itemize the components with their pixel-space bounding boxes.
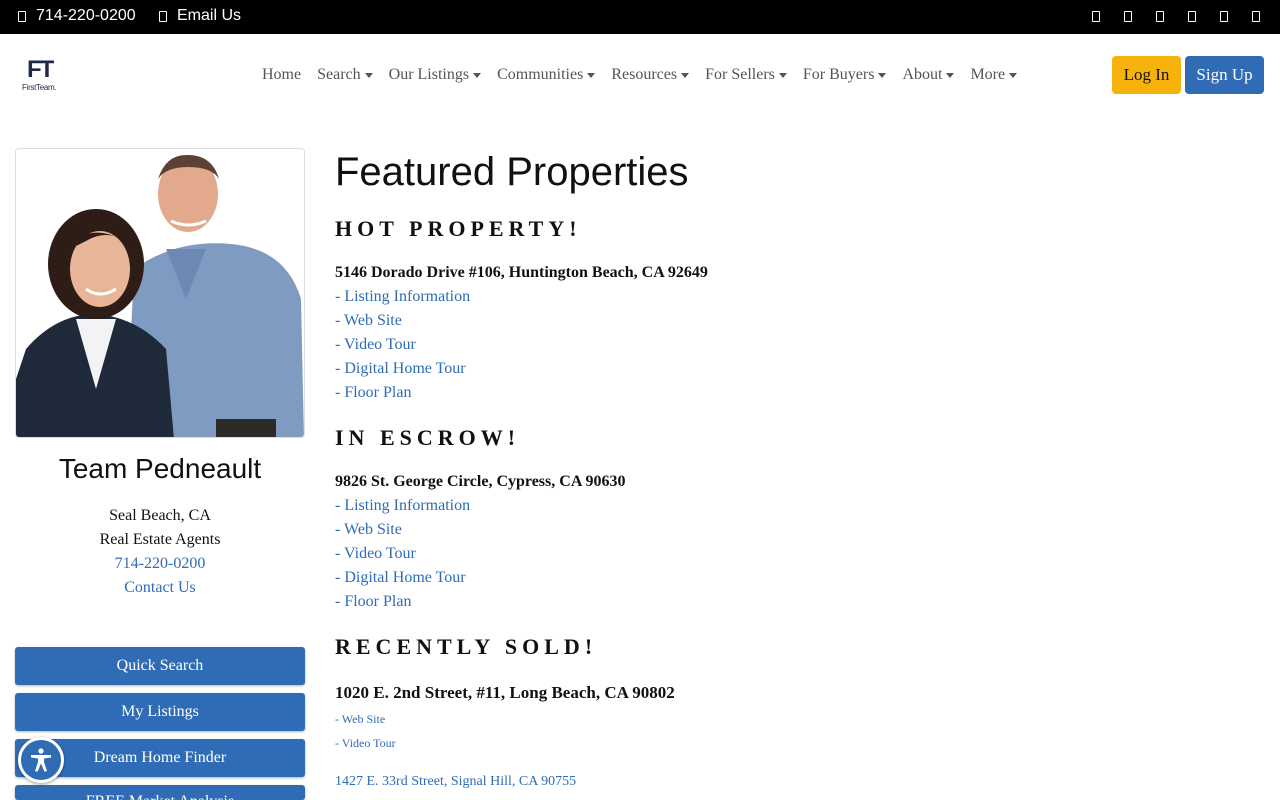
nav-communities[interactable]: Communities <box>489 64 603 86</box>
linkedin-icon[interactable] <box>1188 11 1196 22</box>
web-site-link[interactable]: - Web Site <box>335 712 385 727</box>
agent-location: Seal Beach, CA <box>109 507 211 524</box>
signup-button[interactable]: Sign Up <box>1185 56 1264 94</box>
property-address-link[interactable]: 1427 E. 33rd Street, Signal Hill, CA 907… <box>335 774 576 790</box>
firstteam-logo[interactable]: FT FirstTeam. <box>20 56 66 93</box>
login-button[interactable]: Log In <box>1112 56 1181 94</box>
caret-down-icon <box>587 72 596 78</box>
caret-down-icon <box>778 72 787 78</box>
pinterest-icon[interactable] <box>1252 11 1260 22</box>
property-address: 1020 E. 2nd Street, #11, Long Beach, CA … <box>335 683 675 702</box>
logo-mark: FT <box>27 56 54 83</box>
property-address: 5146 Dorado Drive #106, Huntington Beach… <box>335 264 708 281</box>
page-title: Featured Properties <box>335 150 689 194</box>
web-site-link[interactable]: - Web Site <box>335 312 402 330</box>
section-heading-recently-sold: RECENTLY SOLD! <box>335 634 598 659</box>
video-tour-link[interactable]: - Video Tour <box>335 336 416 354</box>
email-icon <box>159 10 167 22</box>
phone-icon <box>18 10 26 22</box>
agent-info: Seal Beach, CA Real Estate Agents 714-22… <box>15 504 305 600</box>
youtube-icon[interactable] <box>1220 11 1228 22</box>
nav-home[interactable]: Home <box>254 64 309 86</box>
property-address: 9826 St. George Circle, Cypress, CA 9063… <box>335 473 626 490</box>
twitter-icon[interactable] <box>1124 11 1132 22</box>
accessibility-icon <box>31 748 51 772</box>
agent-name: Team Pedneault <box>58 453 262 484</box>
nav-resources[interactable]: Resources <box>603 64 697 86</box>
caret-down-icon <box>681 72 690 78</box>
section-heading-hot-property: HOT PROPERTY! <box>335 216 582 241</box>
nav-our-listings[interactable]: Our Listings <box>381 64 489 86</box>
caret-down-icon <box>473 72 482 78</box>
caret-down-icon <box>364 72 373 78</box>
topbar-phone-label: 714-220-0200 <box>36 7 136 24</box>
site-header: FT FirstTeam. Home Search Our Listings C… <box>0 34 1280 116</box>
topbar-email-label: Email Us <box>177 7 242 24</box>
quick-search-button[interactable]: Quick Search <box>15 647 305 685</box>
contact-us-link[interactable]: Contact Us <box>15 576 305 600</box>
section-heading-in-escrow: IN ESCROW! <box>335 425 521 450</box>
caret-down-icon <box>1009 72 1018 78</box>
facebook-icon[interactable] <box>1092 11 1100 22</box>
caret-down-icon <box>878 72 887 78</box>
web-site-link[interactable]: - Web Site <box>335 521 402 539</box>
digital-home-tour-link[interactable]: - Digital Home Tour <box>335 569 466 587</box>
caret-down-icon <box>946 72 955 78</box>
my-listings-button[interactable]: My Listings <box>15 693 305 731</box>
nav-about[interactable]: About <box>894 64 962 86</box>
agent-photo <box>15 148 305 438</box>
market-analysis-button[interactable]: FREE Market Analysis <box>15 785 305 800</box>
nav-for-buyers[interactable]: For Buyers <box>795 64 895 86</box>
floor-plan-link[interactable]: - Floor Plan <box>335 384 411 402</box>
floor-plan-link[interactable]: - Floor Plan <box>335 593 411 611</box>
top-bar: 714-220-0200 Email Us <box>0 0 1280 34</box>
video-tour-link[interactable]: - Video Tour <box>335 545 416 563</box>
listing-information-link[interactable]: - Listing Information <box>335 497 470 515</box>
topbar-email[interactable]: Email Us <box>159 7 241 25</box>
logo-word: FirstTeam. <box>22 83 57 92</box>
main-nav: Home Search Our Listings Communities Res… <box>254 64 1025 86</box>
agent-role: Real Estate Agents <box>99 531 221 548</box>
topbar-phone[interactable]: 714-220-0200 <box>18 7 136 25</box>
nav-more[interactable]: More <box>962 64 1025 86</box>
nav-for-sellers[interactable]: For Sellers <box>697 64 795 86</box>
accessibility-button[interactable] <box>18 737 64 783</box>
agent-phone-link[interactable]: 714-220-0200 <box>15 552 305 576</box>
nav-search[interactable]: Search <box>309 64 381 86</box>
listing-information-link[interactable]: - Listing Information <box>335 288 470 306</box>
social-links <box>1092 11 1260 22</box>
instagram-icon[interactable] <box>1156 11 1164 22</box>
video-tour-link[interactable]: - Video Tour <box>335 736 396 751</box>
digital-home-tour-link[interactable]: - Digital Home Tour <box>335 360 466 378</box>
